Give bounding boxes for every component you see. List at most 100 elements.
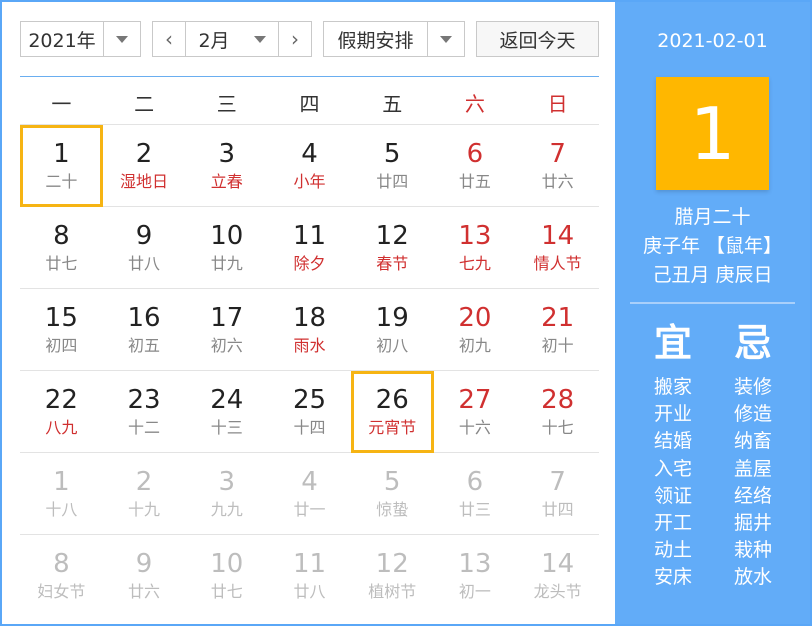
panel-divider [630,302,795,304]
weekday-label: 四 [299,91,320,116]
day-lunar-label: 惊蛰 [376,499,409,519]
day-cell[interactable]: 18 雨水 [268,289,351,371]
day-cell[interactable]: 27 十六 [433,371,517,453]
day-cell[interactable]: 26 元宵节 [350,371,434,453]
day-cell[interactable]: 3 立春 [185,125,269,207]
day-cell[interactable]: 15 初四 [20,289,103,371]
day-cell[interactable]: 2 湿地日 [102,125,186,207]
avoid-item: 掘井 [733,512,772,535]
day-cell[interactable]: 9 廿六 [103,535,186,617]
avoid-list: 忌 装修 修造 纳畜 盖屋 经络 掘井 栽种 放水 [723,320,783,592]
weekday-label: 一 [51,91,72,116]
day-cell[interactable]: 12 春节 [350,207,434,289]
day-cell[interactable]: 13 初一 [434,535,517,617]
day-cell[interactable]: 16 初五 [102,289,186,371]
suitable-item: 结婚 [653,430,692,453]
day-cell[interactable]: 14 龙头节 [516,535,599,617]
suitable-items: 搬家 开业 结婚 入宅 领证 开工 动土 安床 [643,374,703,592]
day-lunar-label: 除夕 [293,253,326,273]
day-number: 13 [458,220,492,251]
day-cell[interactable]: 21 初十 [516,289,599,371]
day-cell[interactable]: 2 十九 [102,453,186,535]
day-cell[interactable]: 20 初九 [433,289,517,371]
day-lunar-label: 廿八 [293,582,326,601]
suitable-item: 开业 [653,403,692,426]
day-lunar-label: 廿九 [210,253,243,273]
day-cell[interactable]: 8 妇女节 [20,535,103,617]
day-cell[interactable]: 12 植树节 [351,535,434,617]
day-cell[interactable]: 5 廿四 [350,125,434,207]
day-lunar-label: 廿六 [128,582,161,601]
month-select-value[interactable]: 2月 [186,26,242,53]
day-lunar-label: 廿八 [128,253,161,273]
day-cell[interactable]: 22 八九 [20,371,103,453]
day-cell[interactable]: 10 廿九 [185,207,269,289]
prev-month-chevron-icon[interactable]: ‹ [153,22,186,56]
day-cell[interactable]: 24 十三 [185,371,269,453]
month-dropdown-arrow-icon[interactable] [242,22,278,56]
next-month-chevron-icon[interactable]: › [278,22,311,56]
day-lunar-label: 初四 [45,335,78,355]
day-cell[interactable]: 7 廿四 [516,453,599,535]
holiday-select[interactable]: 假期安排 [323,21,465,57]
weekday-label: 三 [216,91,237,116]
suitable-heading: 宜 [653,321,692,365]
day-number: 7 [549,138,566,169]
weekday-header: 一二三四五六日 [20,80,599,125]
day-cell[interactable]: 19 初八 [350,289,434,371]
day-cell[interactable]: 3 九九 [185,453,269,535]
day-number: 25 [292,384,327,415]
day-cell[interactable]: 28 十七 [516,371,599,453]
day-cell[interactable]: 11 廿八 [268,535,351,617]
day-cell[interactable]: 6 廿五 [433,125,517,207]
day-cell[interactable]: 9 廿八 [102,207,186,289]
weekday-label: 二 [134,91,155,116]
day-number: 28 [541,384,575,415]
lunar-date: 腊月二十 [674,206,751,228]
day-cell[interactable]: 1 十八 [20,453,103,535]
selected-date: 2021-02-01 [657,30,768,52]
day-number: 5 [383,466,401,497]
suitable-list: 宜 搬家 开业 结婚 入宅 领证 开工 动土 安床 [643,320,703,592]
day-lunar-label: 十七 [541,417,574,437]
holiday-dropdown-arrow-icon[interactable] [427,22,464,56]
day-number: 12 [375,549,409,579]
year-dropdown-arrow-icon[interactable] [103,22,140,56]
day-number: 4 [301,138,318,169]
day-cell[interactable]: 8 廿七 [20,207,103,289]
day-cell[interactable]: 23 十二 [102,371,186,453]
day-number: 8 [53,220,70,251]
day-lunar-label: 廿七 [45,253,78,273]
day-cell[interactable]: 25 十四 [268,371,351,453]
day-lunar-label: 初一 [458,582,491,601]
day-cell[interactable]: 1 二十 [20,125,103,207]
day-lunar-label: 情人节 [533,253,582,273]
day-grid: 1 二十 2 湿地日 3 立春 4 小年 5 廿四 6 廿五 7 廿六 8 廿七 9 廿八 10 廿九 11 除夕 12 春节… [20,125,599,617]
day-number: 20 [458,302,492,333]
day-cell[interactable]: 7 廿六 [516,125,599,207]
day-lunar-label: 初九 [458,335,491,355]
day-cell[interactable]: 4 小年 [268,125,351,207]
day-number: 11 [292,220,327,251]
day-cell[interactable]: 17 初六 [185,289,269,371]
day-number: 4 [301,466,318,497]
day-cell[interactable]: 10 廿七 [185,535,268,617]
day-cell[interactable]: 6 廿三 [433,453,517,535]
day-number: 1 [53,139,70,169]
day-cell[interactable]: 11 除夕 [268,207,351,289]
suitable-item: 动土 [653,539,692,562]
day-cell[interactable]: 5 惊蛰 [350,453,434,535]
lunar-month-day: 己丑月 庚辰日 [652,264,773,286]
month-navigator: ‹ 2月 › [152,21,312,57]
day-cell[interactable]: 13 七九 [433,207,517,289]
weekday-label: 日 [547,91,568,116]
avoid-item: 放水 [733,566,772,589]
day-lunar-label: 小年 [293,171,326,191]
day-lunar-label: 雨水 [293,335,326,355]
day-lunar-label: 十三 [210,417,243,437]
back-to-today-button[interactable]: 返回今天 [476,21,599,57]
day-number: 2 [135,138,153,169]
day-cell[interactable]: 4 廿一 [268,453,351,535]
year-select[interactable]: 2021年 [20,21,141,57]
day-cell[interactable]: 14 情人节 [516,207,599,289]
